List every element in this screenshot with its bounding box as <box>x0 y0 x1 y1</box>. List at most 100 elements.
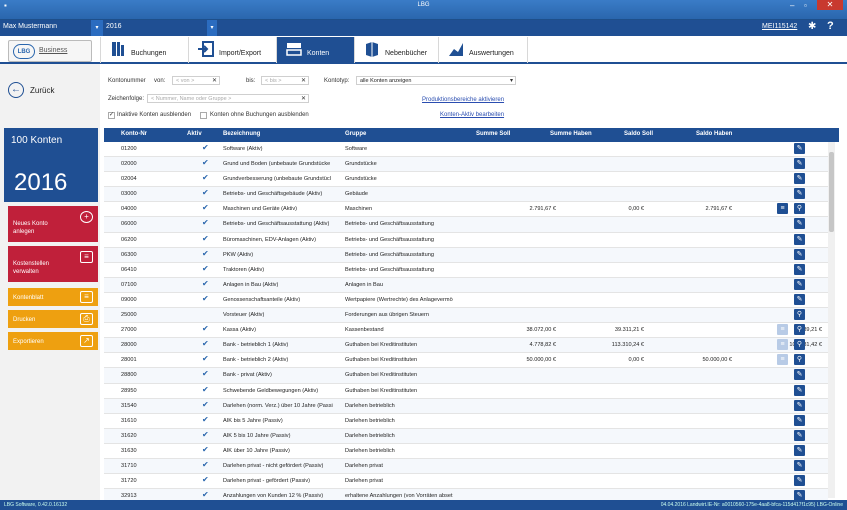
close-icon[interactable]: ✕ <box>817 0 843 10</box>
edit-icon[interactable]: ✎ <box>794 459 805 471</box>
edit-icon[interactable]: ✎ <box>794 369 805 381</box>
produktionsbereiche-link[interactable]: Produktionsbereiche aktivieren <box>422 97 504 103</box>
bis-input[interactable]: < bis > ✕ <box>261 76 309 85</box>
edit-icon[interactable]: ✎ <box>794 248 805 260</box>
checkmark-icon: ✔ <box>202 263 209 273</box>
edit-icon[interactable]: ✎ <box>794 429 805 441</box>
clear-icon[interactable]: ✕ <box>301 95 306 102</box>
print-button[interactable]: Drucken ⎙ <box>8 310 98 328</box>
table-row[interactable]: 31540 Darlehen (norm. Verz.) über 10 Jahr… <box>104 398 828 414</box>
clear-icon[interactable]: ✕ <box>212 77 217 84</box>
table-row[interactable]: 31720 Darlehen privat - gefördert (Passiv… <box>104 474 828 490</box>
edit-icon[interactable]: ✎ <box>794 293 805 305</box>
cost-centers-button[interactable]: Kostenstellen verwalten ≡ <box>8 246 98 282</box>
table-row[interactable]: 31610 AIK bis 5 Jahre (Passiv) Darlehen be… <box>104 414 828 429</box>
table-row[interactable]: 28000 Bank - betrieblich 1 (Aktiv) Guthabe… <box>104 338 828 354</box>
tab-import-export[interactable]: Import/Export <box>188 37 276 63</box>
new-account-button[interactable]: Neues Konto anlegen + <box>8 206 98 242</box>
search-icon[interactable]: ⚲ <box>794 203 805 215</box>
col-summe-haben[interactable]: Summe Haben <box>550 131 592 137</box>
user-dropdown-icon[interactable]: ▾ <box>91 20 103 36</box>
table-row[interactable]: 28950 Schwebende Geldbewegungen (Aktiv) Gu… <box>104 384 828 399</box>
table-row[interactable]: 28800 Bank - privat (Aktiv) Guthaben bei K… <box>104 368 828 384</box>
edit-icon[interactable]: ✎ <box>794 158 805 170</box>
edit-icon[interactable]: ✎ <box>794 414 805 426</box>
list-icon[interactable]: ≡ <box>777 203 788 215</box>
user-name[interactable]: Max Mustermann <box>3 23 57 30</box>
list-icon[interactable]: ≡ <box>777 324 788 336</box>
list-icon[interactable]: ≡ <box>777 339 788 351</box>
table-row[interactable]: 04000 Maschinen und Geräte (Aktiv) Maschin… <box>104 202 828 218</box>
table-row[interactable]: 06200 Büromaschinen, EDV-Anlagen (Aktiv) B… <box>104 233 828 248</box>
kontotyp-select[interactable]: alle Konten anzeigen ▾ <box>356 76 516 85</box>
search-icon[interactable]: ⚲ <box>794 339 805 351</box>
table-row[interactable]: 07100 Anlagen in Bau (Aktiv) Anlagen in Ba… <box>104 277 828 293</box>
table-row[interactable]: 06410 Traktoren (Aktiv) Betriebs- und Gesc… <box>104 263 828 278</box>
edit-icon[interactable]: ✎ <box>794 263 805 275</box>
search-icon[interactable]: ⚲ <box>794 309 805 321</box>
col-saldo-haben[interactable]: Saldo Haben <box>696 131 732 137</box>
search-icon[interactable]: ⚲ <box>794 354 805 366</box>
table-row[interactable]: 28001 Bank - betrieblich 2 (Aktiv) Guthabe… <box>104 353 828 369</box>
col-gruppe[interactable]: Gruppe <box>345 131 366 137</box>
edit-icon[interactable]: ✎ <box>794 173 805 185</box>
col-summe-soll[interactable]: Summe Soll <box>476 131 510 137</box>
table-row[interactable]: 03000 Betriebs- und Geschäftsgebäude (Akt… <box>104 187 828 203</box>
table-row[interactable]: 02000 Grund und Boden (unbebaute Grundstü… <box>104 157 828 173</box>
table-row[interactable]: 06000 Betriebs- und Geschäftsausstattung … <box>104 217 828 233</box>
edit-icon[interactable]: ✎ <box>794 444 805 456</box>
ohne-buchungen-checkbox[interactable] <box>200 112 207 119</box>
edit-icon[interactable]: ✎ <box>794 399 805 411</box>
account-group: Wertpapiere (Wertrechte) des Anlagevermö <box>345 296 453 303</box>
edit-icon[interactable]: ✎ <box>794 143 805 154</box>
table-row[interactable]: 31710 Darlehen privat - nicht gefördert (… <box>104 458 828 475</box>
table-row[interactable]: 32913 Anzahlungen von Kunden 12 % (Passiv… <box>104 489 828 500</box>
table-row[interactable]: 27000 Kassa (Aktiv) Kassenbestand 38.072,00… <box>104 323 828 339</box>
zeichenfolge-input[interactable]: < Nummer, Name oder Gruppe > ✕ <box>147 94 309 103</box>
year-selector[interactable]: 2016 <box>106 23 122 30</box>
export-button[interactable]: Exportieren ↗ <box>8 332 98 350</box>
col-saldo-soll[interactable]: Saldo Soll <box>624 131 653 137</box>
edit-icon[interactable]: ✎ <box>794 218 805 230</box>
von-input[interactable]: < von > ✕ <box>172 76 220 85</box>
table-row[interactable]: 09000 Genossenschaftsanteile (Aktiv) Wertp… <box>104 293 828 309</box>
account-sheet-button[interactable]: Kontenblatt ≡ <box>8 288 98 306</box>
business-logo-button[interactable]: LBG Business <box>8 40 92 62</box>
clear-icon[interactable]: ✕ <box>301 77 306 84</box>
edit-icon[interactable]: ✎ <box>794 278 805 290</box>
col-aktiv[interactable]: Aktiv <box>187 131 202 137</box>
col-konto-nr[interactable]: Konto-Nr <box>121 131 147 137</box>
edit-icon[interactable]: ✎ <box>794 188 805 200</box>
business-link[interactable]: Business <box>39 47 67 54</box>
table-row[interactable]: 01200 Software (Aktiv) Software ✔ ✎ <box>104 142 828 158</box>
scrollbar-thumb[interactable] <box>829 152 834 232</box>
list-icon[interactable]: ≡ <box>777 354 788 366</box>
edit-icon[interactable]: ✎ <box>794 490 805 500</box>
table-row[interactable]: 25000 Vorsteuer (Aktiv) Forderungen aus üb… <box>104 308 828 324</box>
table-row[interactable]: 31620 AIK 5 bis 10 Jahre (Passiv) Darlehen… <box>104 428 828 444</box>
tab-nebenbuecher[interactable]: Nebenbücher <box>354 37 438 63</box>
edit-icon[interactable]: ✎ <box>794 475 805 487</box>
back-button[interactable]: ← Zurück <box>8 82 54 98</box>
company-code-link[interactable]: MEI115142 <box>762 23 797 30</box>
tab-konten[interactable]: Konten <box>276 37 354 63</box>
help-icon[interactable]: ? <box>827 20 834 32</box>
konten-aktiv-link[interactable]: Konten-Aktiv bearbeiten <box>440 112 504 118</box>
inaktive-checkbox[interactable]: ✓ <box>108 112 115 119</box>
edit-icon[interactable]: ✎ <box>794 233 805 245</box>
maximize-icon[interactable]: ▫ <box>804 1 807 10</box>
tab-buchungen[interactable]: Buchungen <box>100 37 188 63</box>
table-row[interactable]: 06300 PKW (Aktiv) Betriebs- und Geschäftsa… <box>104 247 828 263</box>
table-row[interactable]: 02004 Grundverbesserung (unbebaute Grunds… <box>104 172 828 188</box>
year-dropdown-icon[interactable]: ▾ <box>207 20 217 36</box>
col-bezeichnung[interactable]: Bezeichnung <box>223 131 260 137</box>
table-row[interactable]: 31630 AIK über 10 Jahre (Passiv) Darlehen … <box>104 444 828 459</box>
tab-auswertungen[interactable]: Auswertungen <box>438 37 528 63</box>
checkmark-icon: ✔ <box>202 369 209 379</box>
edit-icon[interactable]: ✎ <box>794 384 805 396</box>
minimize-icon[interactable]: – <box>790 1 794 10</box>
gear-icon[interactable]: ✱ <box>808 21 816 32</box>
search-icon[interactable]: ⚲ <box>794 324 805 336</box>
vertical-scrollbar[interactable] <box>828 142 835 498</box>
checkmark-icon: ✔ <box>202 158 209 168</box>
